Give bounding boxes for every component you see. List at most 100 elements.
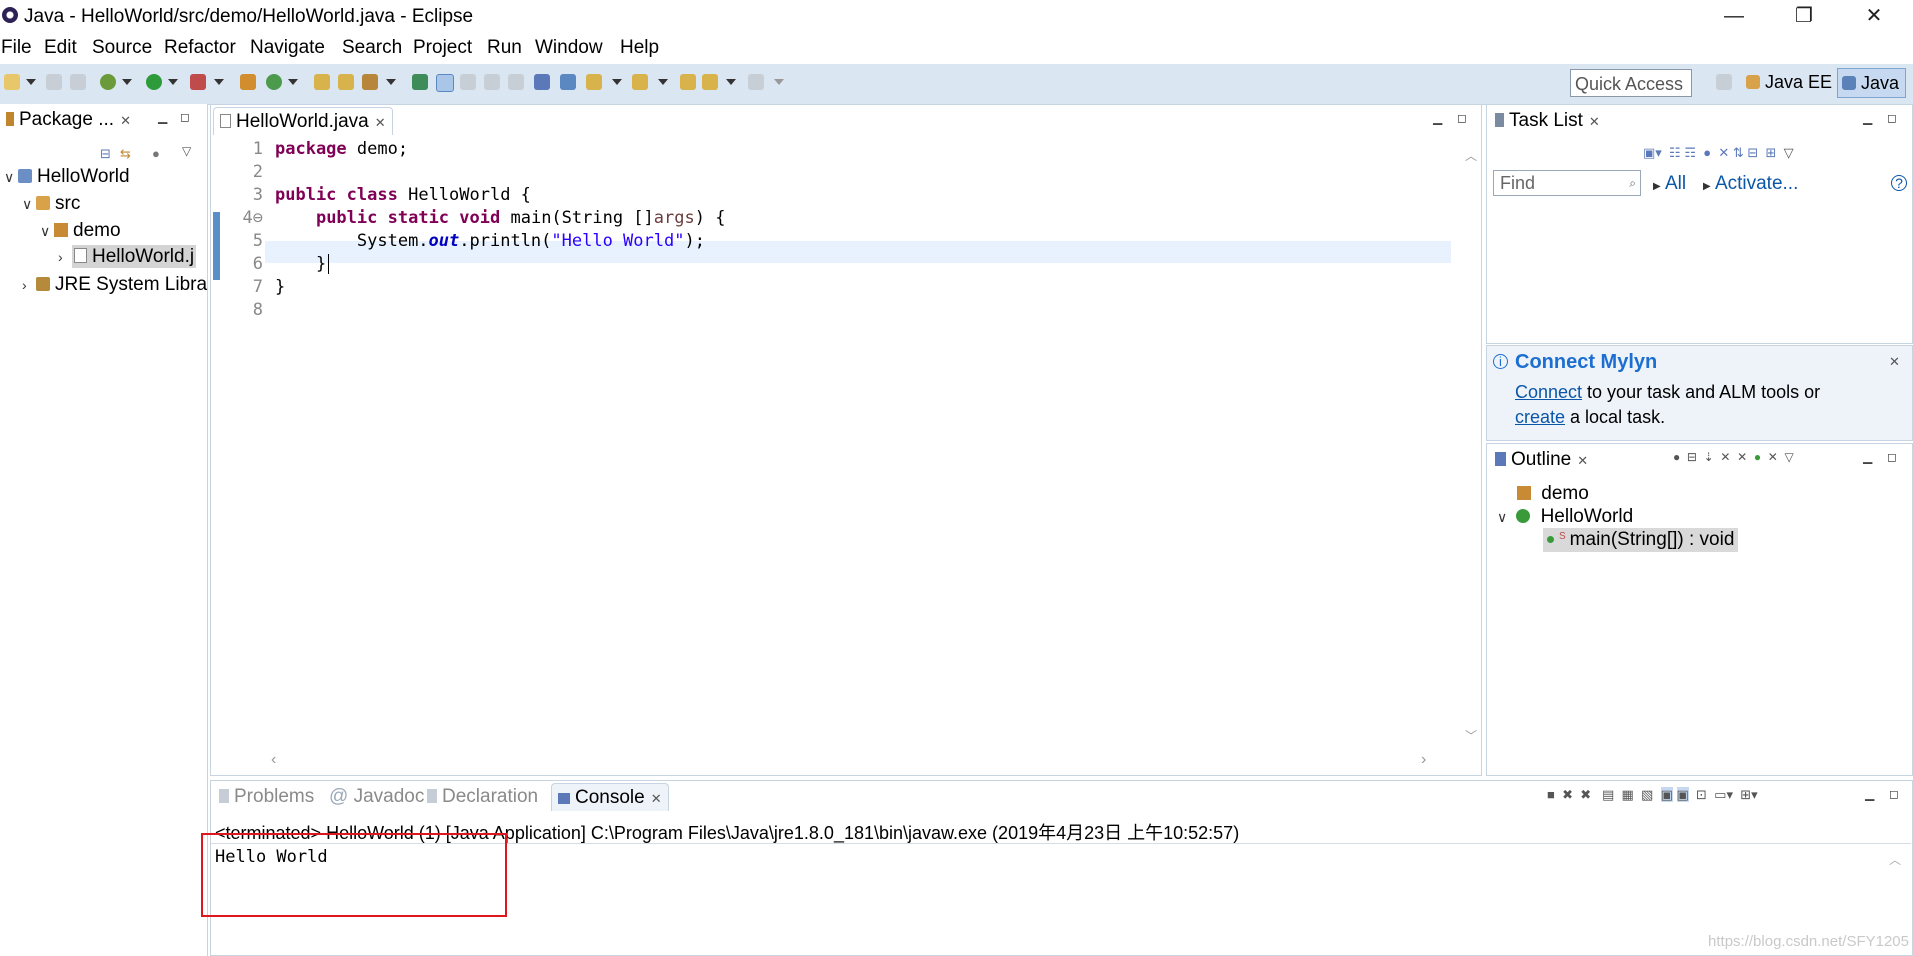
show-on-stdout-icon[interactable]: ▣ (1660, 787, 1673, 802)
chevron-down-icon[interactable]: ∨ (22, 196, 36, 213)
scroll-up-icon[interactable]: ︿ (1465, 147, 1477, 164)
perspective-java-ee[interactable]: Java EE (1746, 72, 1832, 93)
external-tools-dropdown-icon[interactable] (214, 79, 224, 85)
show-on-stderr-icon[interactable]: ▣ (1676, 787, 1689, 802)
link-editor-icon[interactable]: ⇆ (120, 146, 131, 162)
menu-window[interactable]: Window (535, 37, 603, 59)
minimize-icon[interactable]: ▁ (158, 110, 167, 124)
tab-problems[interactable]: Problems (213, 783, 320, 811)
next-annotation-icon[interactable] (560, 74, 576, 90)
view-menu-icon[interactable]: ▽ (1785, 450, 1794, 464)
focus-icon[interactable]: ● (1703, 145, 1711, 160)
outline-item-package[interactable]: demo (1517, 483, 1589, 505)
annotation-icon[interactable] (460, 74, 476, 90)
focus-icon[interactable]: ● (1673, 450, 1680, 464)
menu-edit[interactable]: Edit (44, 37, 77, 59)
create-link[interactable]: create (1515, 407, 1565, 427)
forward-icon[interactable] (748, 74, 764, 90)
last-edit-dropdown-icon[interactable] (658, 79, 668, 85)
activate-link[interactable]: ▶ Activate... (1703, 173, 1798, 195)
view-menu-icon[interactable]: ▽ (182, 144, 191, 158)
scroll-left-icon[interactable]: ‹ (271, 751, 276, 769)
code-area[interactable]: 1 2 3 4⊖ 5 6 7 8 package demo; public cl… (225, 139, 1451, 739)
maximize-icon[interactable]: ◻ (1457, 111, 1467, 125)
scheduled-icon[interactable]: ☶ (1684, 145, 1696, 160)
run-dropdown-icon[interactable] (168, 79, 178, 85)
tab-helloworld-java[interactable]: HelloWorld.java ✕ (213, 107, 393, 135)
tab-outline[interactable]: Outline ✕ (1489, 446, 1594, 474)
close-icon[interactable]: ✕ (1577, 453, 1588, 468)
save-icon[interactable] (46, 74, 62, 90)
view-menu-icon[interactable]: ▽ (1784, 145, 1794, 160)
run-icon[interactable] (146, 74, 162, 90)
scroll-up-icon[interactable]: ︿ (1889, 851, 1901, 868)
search-dropdown-icon[interactable] (386, 79, 396, 85)
open-task-icon[interactable] (338, 74, 354, 90)
menu-navigate[interactable]: Navigate (250, 37, 325, 59)
quick-access-input[interactable]: Quick Access (1570, 69, 1692, 97)
menu-file[interactable]: File (1, 37, 32, 59)
maximize-icon[interactable]: ◻ (1887, 111, 1897, 125)
minimize-button[interactable]: — (1705, 0, 1763, 34)
close-icon[interactable]: ✕ (1889, 354, 1900, 370)
sort-icon[interactable]: ⇣ (1704, 450, 1714, 464)
menu-help[interactable]: Help (620, 37, 659, 59)
close-icon[interactable]: ✕ (1589, 114, 1600, 129)
prev-annotation-icon[interactable] (586, 74, 602, 90)
hide-completed-icon[interactable]: ✕ (1718, 145, 1729, 160)
close-button[interactable]: ✕ (1845, 0, 1903, 34)
new-icon[interactable] (4, 74, 20, 90)
clear-console-icon[interactable]: ▤ (1602, 787, 1614, 802)
new-dropdown-icon[interactable] (26, 79, 36, 85)
new-class-dropdown-icon[interactable] (288, 79, 298, 85)
tab-javadoc[interactable]: @ Javadoc (323, 783, 430, 811)
hide-static-icon[interactable]: ✕ (1737, 450, 1747, 464)
display-console-icon[interactable]: ▭▾ (1714, 787, 1733, 802)
tab-console[interactable]: Console ✕ (551, 783, 669, 811)
back-arrow-icon[interactable] (702, 74, 718, 90)
collapse-all-icon[interactable]: ⊟ (1687, 450, 1697, 464)
open-perspective-icon[interactable] (1716, 74, 1732, 90)
minimize-icon[interactable]: ▁ (1863, 111, 1872, 125)
terminate-icon[interactable]: ■ (1547, 787, 1555, 802)
chevron-right-icon[interactable]: › (58, 249, 72, 265)
collapse-all-icon[interactable]: ⊟ (1747, 145, 1758, 160)
categorized-icon[interactable]: ☷ (1669, 145, 1681, 160)
tree-item-helloworld-project[interactable]: ∨ HelloWorld (4, 166, 130, 188)
maximize-icon[interactable]: ◻ (1887, 450, 1897, 464)
search-icon[interactable] (362, 74, 378, 90)
perspective-java[interactable]: Java (1837, 68, 1907, 98)
chevron-down-icon[interactable]: ∨ (40, 223, 54, 240)
highlight-icon[interactable] (436, 74, 454, 92)
open-type-icon[interactable] (314, 74, 330, 90)
restore-button[interactable]: ❐ (1775, 0, 1833, 34)
hide-nonpublic-icon[interactable]: ● (1754, 450, 1761, 464)
outline-item-method[interactable]: Smain(String[]) : void (1543, 528, 1739, 552)
synchronize-icon[interactable]: ⇅ (1733, 145, 1744, 160)
chevron-down-icon[interactable]: ∨ (4, 169, 18, 186)
maximize-icon[interactable]: ◻ (180, 110, 190, 124)
focus-icon[interactable]: ● (152, 146, 160, 161)
collapse-all-icon[interactable]: ⊟ (100, 146, 111, 162)
menu-project[interactable]: Project (413, 37, 472, 59)
scroll-lock-icon[interactable]: ▦ (1622, 787, 1634, 802)
remove-launch-icon[interactable]: ✖ (1562, 787, 1573, 802)
close-icon[interactable]: ✕ (120, 113, 131, 128)
close-icon[interactable]: ✕ (651, 791, 662, 806)
word-wrap-icon[interactable]: ▧ (1641, 787, 1653, 802)
annotation-dropdown-icon[interactable] (612, 79, 622, 85)
last-edit-icon[interactable] (632, 74, 648, 90)
all-filter-link[interactable]: ▶ All (1653, 173, 1686, 195)
help-icon[interactable]: ? (1891, 175, 1907, 191)
whitespace-icon[interactable] (508, 74, 524, 90)
minimize-icon[interactable]: ▁ (1863, 450, 1872, 464)
block-selection-icon[interactable] (484, 74, 500, 90)
repositories-icon[interactable]: ⊞ (1766, 145, 1777, 160)
connect-link[interactable]: Connect (1515, 382, 1582, 402)
back-dropdown-icon[interactable] (726, 79, 736, 85)
minimize-icon[interactable]: ▁ (1433, 111, 1442, 125)
pin-console-icon[interactable]: ⊡ (1696, 787, 1707, 802)
menu-source[interactable]: Source (92, 37, 152, 59)
tab-task-list[interactable]: Task List ✕ (1489, 107, 1606, 135)
save-all-icon[interactable] (70, 74, 86, 90)
